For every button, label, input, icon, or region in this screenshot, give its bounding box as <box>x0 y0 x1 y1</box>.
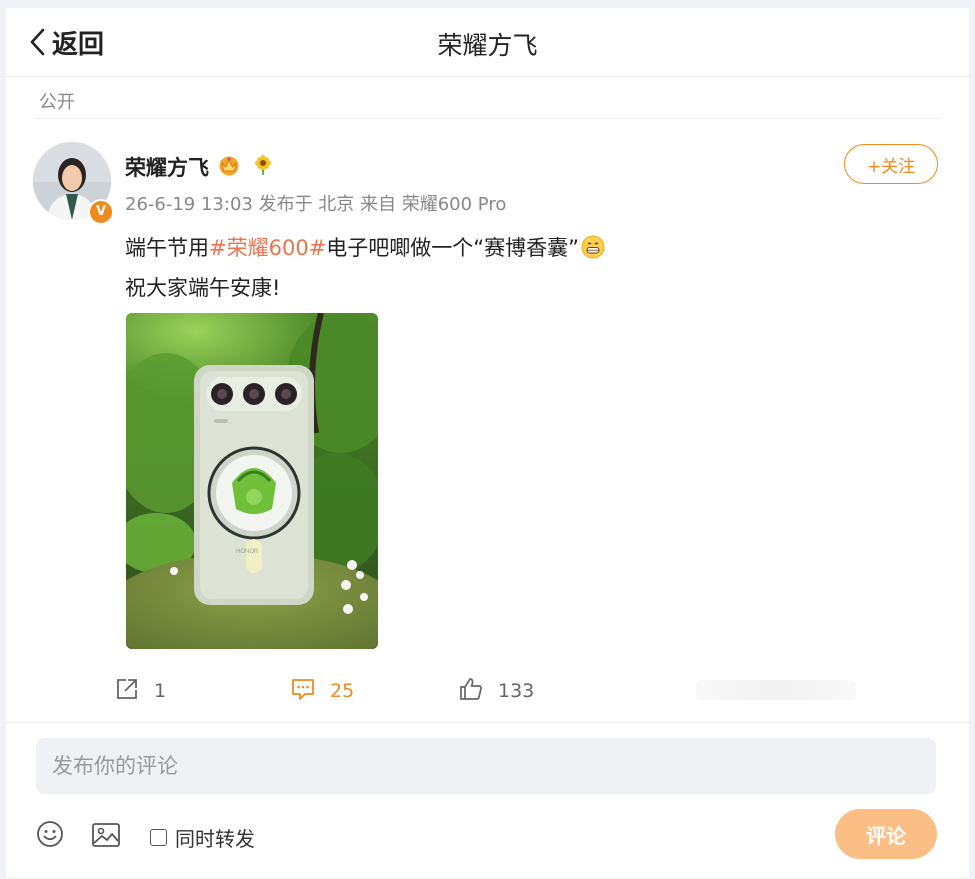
visibility-label: 公开 <box>39 92 75 113</box>
crown-icon[interactable] <box>217 154 241 180</box>
author-name[interactable]: 荣耀方飞 <box>125 152 209 182</box>
repost-count: 1 <box>154 680 167 702</box>
follow-button[interactable]: +关注 <box>844 144 938 184</box>
verified-badge: V <box>88 199 114 225</box>
submit-label: 评论 <box>866 823 906 848</box>
post-meta: 26-6-19 13:03 发布于 北京 来自 荣耀600 Pro <box>125 194 507 215</box>
blurred-element <box>696 680 856 700</box>
grin-emoji-icon <box>581 234 605 270</box>
author-row: 荣耀方飞 <box>125 152 273 182</box>
comment-button[interactable]: 25 <box>290 676 354 706</box>
post-text-segment: 电子吧唧做一个“赛博香囊” <box>326 236 580 260</box>
comment-input[interactable] <box>36 738 936 794</box>
like-count: 133 <box>498 680 535 702</box>
checkbox-box[interactable] <box>150 829 167 846</box>
post-card: 返回 荣耀方飞 公开 V 荣耀方飞 26-6-19 13:03 发布于 北京 来… <box>6 8 969 878</box>
divider <box>34 118 941 119</box>
share-icon <box>114 676 140 706</box>
post-text: 端午节用#荣耀600#电子吧唧做一个“赛博香囊” 祝大家端午安康! <box>125 230 605 306</box>
comment-count: 25 <box>330 680 355 702</box>
repost-button[interactable]: 1 <box>114 676 166 706</box>
repost-checkbox[interactable]: 同时转发 <box>150 823 255 852</box>
comment-composer: 同时转发 评论 <box>6 722 969 879</box>
page-title: 荣耀方飞 <box>437 31 538 60</box>
repost-checkbox-label: 同时转发 <box>175 827 255 851</box>
like-button[interactable]: 133 <box>458 676 534 706</box>
svg-text:HONOR: HONOR <box>236 549 259 555</box>
hashtag-link[interactable]: #荣耀600# <box>209 236 326 260</box>
post-text-line-2: 祝大家端午安康! <box>125 276 281 300</box>
comment-icon <box>290 676 316 706</box>
post-text-segment: 端午节用 <box>125 236 209 260</box>
post-image[interactable]: HONOR <box>126 313 378 649</box>
follow-label: +关注 <box>866 156 916 177</box>
top-bar: 返回 荣耀方飞 <box>6 8 969 77</box>
thumbs-up-icon <box>458 676 484 706</box>
emoji-icon[interactable] <box>36 820 64 852</box>
image-icon[interactable] <box>91 821 121 853</box>
submit-comment-button[interactable]: 评论 <box>835 809 937 859</box>
post-text-line-1: 端午节用#荣耀600#电子吧唧做一个“赛博香囊” <box>125 230 605 270</box>
sunflower-icon[interactable] <box>253 154 273 180</box>
